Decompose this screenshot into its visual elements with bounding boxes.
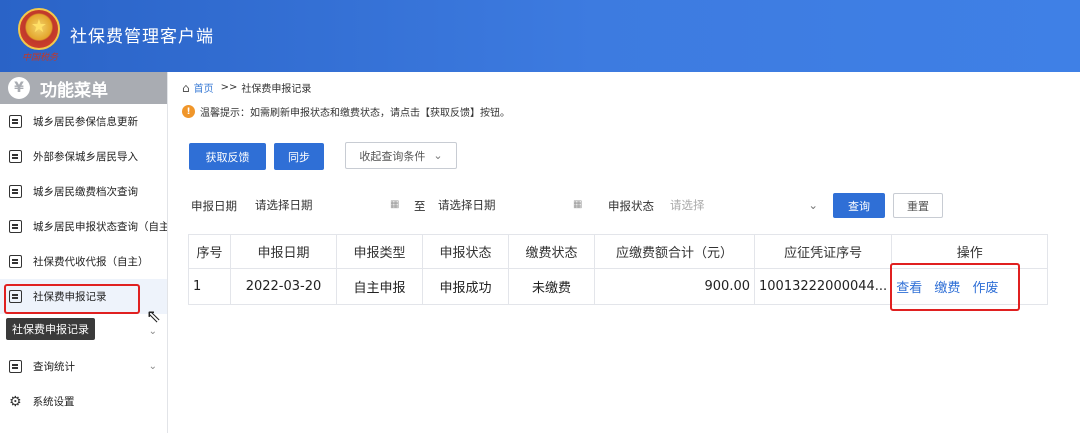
- bar-chart-icon: [9, 360, 22, 373]
- mouse-cursor-icon: ⇖: [146, 306, 162, 327]
- sidebar-item-system-settings[interactable]: ⚙ 系统设置: [0, 384, 167, 419]
- to-label: 至: [414, 199, 426, 213]
- sidebar: ¥ 功能菜单 城乡居民参保信息更新 外部参保城乡居民导入 城乡居民缴费档次查询 …: [0, 72, 168, 433]
- calendar-icon[interactable]: ▦: [390, 199, 399, 210]
- app-header: 中国税务 社保费管理客户端: [0, 0, 1080, 72]
- chevron-down-icon: ⌄: [148, 361, 157, 372]
- date-end-input[interactable]: 请选择日期: [438, 193, 586, 217]
- calendar-icon[interactable]: ▦: [573, 199, 582, 210]
- notice-text: 温馨提示：如需刷新申报状态和缴费状态，请点击【获取反馈】按钮。: [200, 108, 510, 119]
- sync-button[interactable]: 同步: [274, 143, 324, 170]
- sidebar-item-label: 城乡居民参保信息更新: [33, 116, 138, 128]
- sidebar-item-label: 外部参保城乡居民导入: [33, 151, 138, 163]
- highlight-box: [4, 284, 140, 314]
- form-icon: [9, 115, 22, 128]
- cell-pay-status: 未缴费: [508, 268, 595, 305]
- sidebar-item-label: 城乡居民缴费档次查询: [33, 186, 138, 198]
- sidebar-item-external-import[interactable]: 外部参保城乡居民导入: [0, 139, 167, 174]
- tooltip: 社保费申报记录: [6, 318, 95, 340]
- status-label: 申报状态: [608, 199, 654, 213]
- tax-emblem-icon: [18, 8, 60, 50]
- menu-header-label: 功能菜单: [40, 80, 108, 101]
- main-content: ⌂ 首页 >> 社保费申报记录 ! 温馨提示：如需刷新申报状态和缴费状态，请点击…: [168, 72, 1080, 433]
- sidebar-item-payment-level-query[interactable]: 城乡居民缴费档次查询: [0, 174, 167, 209]
- cell-amount: 900.00: [594, 268, 755, 305]
- breadcrumb: ⌂ 首页 >> 社保费申报记录: [182, 80, 312, 96]
- chevron-down-icon: ⌄: [808, 198, 818, 212]
- sidebar-item-label: 查询统计: [33, 361, 75, 373]
- menu-header: ¥ 功能菜单: [0, 72, 167, 104]
- status-select[interactable]: 请选择 ⌄: [670, 193, 818, 217]
- query-button[interactable]: 查询: [833, 193, 885, 218]
- cell-index: 1: [188, 268, 231, 305]
- chevron-down-icon: ⌄: [148, 326, 157, 337]
- column-header: 缴费状态: [508, 234, 595, 269]
- column-header: 申报日期: [230, 234, 337, 269]
- sidebar-item-label: 城乡居民申报状态查询（自主: [33, 221, 167, 233]
- column-header: 应征凭证序号: [753, 234, 893, 269]
- chevron-down-icon: ⌄: [433, 149, 443, 162]
- column-header: 序号: [188, 234, 231, 269]
- document-icon: [9, 150, 22, 163]
- sidebar-item-declaration-status-query[interactable]: 城乡居民申报状态查询（自主: [0, 209, 167, 244]
- highlight-box: [890, 263, 1020, 311]
- date-label: 申报日期: [191, 199, 237, 213]
- breadcrumb-separator: >>: [220, 82, 238, 93]
- notice-tip: ! 温馨提示：如需刷新申报状态和缴费状态，请点击【获取反馈】按钮。: [182, 104, 510, 119]
- gear-icon: ⚙: [9, 393, 22, 410]
- sidebar-item-collection-declaration[interactable]: 社保费代收代报（自主）: [0, 244, 167, 279]
- cell-type: 自主申报: [336, 268, 423, 305]
- breadcrumb-home-link[interactable]: 首页: [194, 80, 214, 95]
- home-icon: ⌂: [182, 80, 190, 95]
- edit-icon: [9, 220, 22, 233]
- emblem-caption: 中国税务: [21, 53, 58, 63]
- date-start-input[interactable]: 请选择日期: [255, 193, 403, 217]
- edit-icon: [9, 255, 22, 268]
- fetch-feedback-button[interactable]: 获取反馈: [189, 143, 266, 170]
- sidebar-item-resident-info-update[interactable]: 城乡居民参保信息更新: [0, 104, 167, 139]
- bar-chart-icon: [9, 185, 22, 198]
- collapse-query-label: 收起查询条件: [359, 149, 426, 163]
- column-header: 申报类型: [336, 234, 423, 269]
- status-select-placeholder: 请选择: [670, 198, 705, 212]
- cell-voucher: 10013222000044...: [753, 268, 893, 305]
- app-title: 社保费管理客户端: [70, 27, 214, 47]
- column-header: 应缴费额合计（元）: [594, 234, 755, 269]
- sidebar-item-label: 社保费代收代报（自主）: [33, 256, 149, 268]
- breadcrumb-current: 社保费申报记录: [241, 84, 312, 95]
- warning-icon: !: [182, 105, 195, 118]
- cell-status: 申报成功: [422, 268, 509, 305]
- reset-button[interactable]: 重置: [893, 193, 943, 218]
- sidebar-item-query-stats[interactable]: 查询统计 ⌄: [0, 349, 167, 384]
- collapse-query-button[interactable]: 收起查询条件 ⌄: [345, 142, 457, 169]
- sidebar-item-label: 系统设置: [32, 396, 75, 408]
- cell-date: 2022-03-20: [230, 268, 337, 305]
- column-header: 申报状态: [422, 234, 509, 269]
- yen-icon: ¥: [8, 77, 30, 99]
